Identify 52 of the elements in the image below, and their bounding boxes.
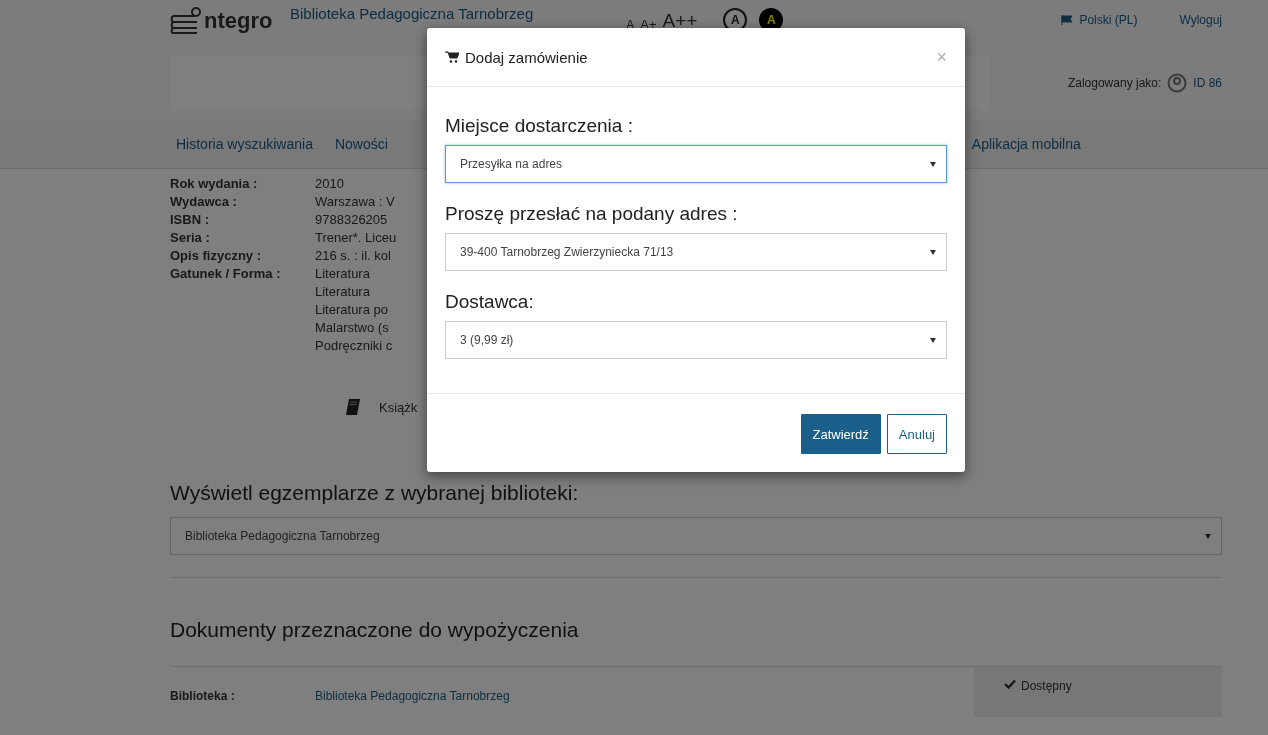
detail-label: Rok wydania : [170, 175, 259, 193]
logout-link[interactable]: Wyloguj [1179, 13, 1222, 27]
logged-in-label: Zalogowany jako: [1067, 76, 1162, 90]
cart-icon [445, 51, 459, 63]
dropdown-field[interactable]: 39-400 Tarnobrzeg Zwierzyniecka 71/13 [445, 233, 947, 271]
detail-value: Warszawa : V [315, 193, 395, 211]
detail-value: 9788326205 [315, 211, 388, 229]
library-select[interactable]: Biblioteka Pedagogiczna Tarnobrzeg [170, 517, 1222, 555]
cancel-button[interactable]: Anuluj [886, 414, 947, 454]
section-heading: Dokumenty przeznaczone do wypożyczenia [170, 618, 580, 642]
detail-value: Podręczniki c [315, 337, 393, 355]
detail-label: ISBN : [170, 211, 210, 229]
detail-value: Literatura [315, 265, 371, 283]
user-id-link[interactable]: ID 86 [1193, 76, 1222, 90]
format-label: Książk [379, 399, 418, 415]
detail-label: Seria : [170, 229, 211, 247]
detail-value: Literatura [315, 283, 371, 301]
dialog-title: Dodaj zamówienie [465, 48, 588, 66]
field-label: Dostawca: [445, 291, 535, 313]
detail-value: Literatura po [315, 301, 389, 319]
font-size-button[interactable]: A++ [662, 10, 698, 32]
nav-link[interactable]: Aplikacja mobilna [971, 136, 1081, 152]
library-link[interactable]: Biblioteka Pedagogiczna Tarnobrzeg [315, 689, 510, 703]
dropdown-field[interactable]: 3 (9,99 zł) [445, 321, 947, 359]
logo-text[interactable]: ntegro [204, 8, 273, 34]
status-text: Dostępny [1021, 679, 1072, 693]
caret-icon [930, 161, 936, 167]
detail-value: 216 s. : il. kol [315, 247, 391, 265]
nav-link[interactable]: Nowości [334, 136, 388, 152]
confirm-button[interactable]: Zatwierdź [800, 414, 881, 454]
book-icon [345, 398, 361, 416]
detail-value: 2010 [315, 175, 344, 193]
nav-link[interactable]: Historia wyszukiwania [176, 136, 313, 152]
row-label: Biblioteka : [170, 689, 236, 703]
detail-label: Wydawca : [170, 193, 238, 211]
caret-icon [930, 249, 936, 255]
user-icon [1167, 73, 1188, 93]
field-label: Miejsce dostarczenia : [445, 115, 634, 137]
field-label: Proszę przesłać na podany adres : [445, 203, 739, 225]
dropdown-field[interactable]: Przesyłka na adres [445, 145, 947, 183]
caret-icon [930, 337, 936, 343]
library-name-link[interactable]: Biblioteka Pedagogiczna Tarnobrzeg [290, 4, 534, 22]
flag-icon [1061, 15, 1074, 25]
close-button[interactable]: × [936, 46, 947, 68]
detail-label: Gatunek / Forma : [170, 265, 282, 283]
caret-icon [1205, 533, 1211, 539]
detail-label: Opis fizyczny : [170, 247, 263, 265]
detail-value: Malarstwo (s [315, 319, 390, 337]
language-link[interactable]: Polski (PL) [1079, 13, 1138, 27]
books-logo-icon [170, 6, 204, 34]
detail-value: Trener*. Liceu [315, 229, 397, 247]
section-heading: Wyświetl egzemplarze z wybranej biblioteki: [170, 481, 580, 505]
